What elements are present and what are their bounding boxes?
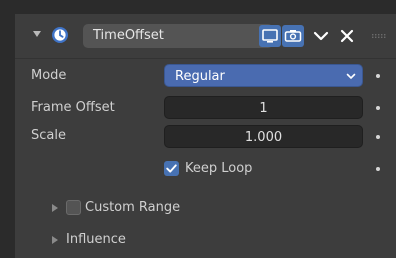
render-toggle-button[interactable] — [282, 25, 304, 47]
drag-handle-icon[interactable] — [372, 34, 386, 38]
modifier-name-field[interactable]: TimeOffset — [83, 24, 273, 48]
checkmark-icon — [166, 164, 177, 173]
scale-label: Scale — [31, 128, 66, 143]
keyframe-dot-mode[interactable] — [376, 74, 380, 78]
scale-field[interactable]: 1.000 — [164, 125, 363, 148]
mode-label: Mode — [31, 68, 67, 83]
modifier-header: TimeOffset — [15, 14, 396, 59]
custom-range-expand-icon[interactable] — [52, 204, 58, 212]
keyframe-dot-keep-loop[interactable] — [376, 167, 380, 171]
mode-value: Regular — [175, 69, 225, 84]
frame-offset-field[interactable]: 1 — [164, 96, 363, 119]
custom-range-checkbox[interactable] — [66, 200, 81, 215]
influence-label[interactable]: Influence — [66, 232, 126, 247]
render-toggle-icon — [284, 30, 302, 42]
keyframe-dot-frame-offset[interactable] — [376, 106, 380, 110]
collapse-arrow-icon[interactable] — [33, 31, 41, 37]
modifier-panel: TimeOffset Mode Regular Frame Offset 1 S… — [15, 14, 396, 258]
influence-expand-icon[interactable] — [52, 236, 58, 244]
chevron-down-icon — [313, 31, 329, 41]
remove-modifier-button[interactable] — [337, 26, 357, 46]
clock-icon — [52, 27, 68, 43]
keep-loop-label[interactable]: Keep Loop — [185, 161, 252, 176]
viewport-toggle-button[interactable] — [259, 25, 281, 47]
keep-loop-checkbox[interactable] — [164, 161, 179, 176]
options-dropdown-button[interactable] — [311, 27, 331, 45]
frame-offset-label: Frame Offset — [31, 100, 115, 115]
keyframe-dot-scale[interactable] — [376, 135, 380, 139]
mode-select[interactable]: Regular — [164, 64, 363, 87]
custom-range-label[interactable]: Custom Range — [85, 200, 180, 215]
close-icon — [340, 29, 354, 43]
viewport-toggle-icon — [262, 29, 278, 43]
chevron-down-icon — [346, 73, 356, 80]
